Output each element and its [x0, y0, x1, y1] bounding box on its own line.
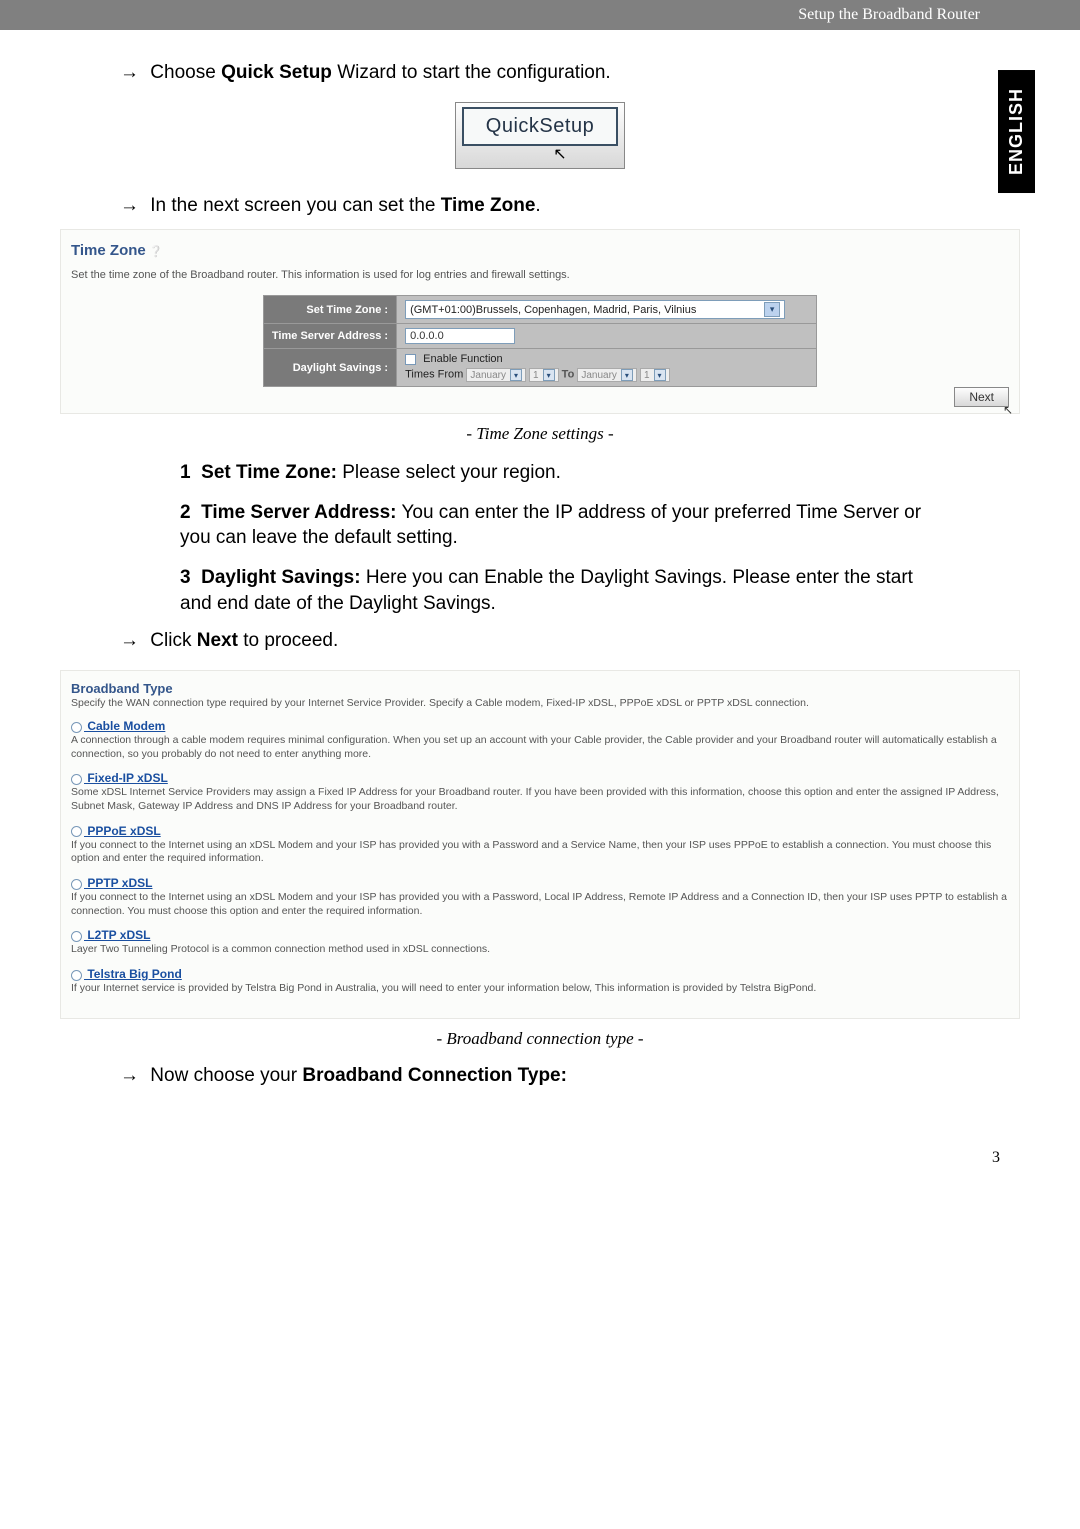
broadband-option-desc: If you connect to the Internet using an …	[71, 839, 1009, 866]
list-item: 2 Time Server Address: You can enter the…	[180, 500, 930, 551]
radio-icon[interactable]	[71, 774, 82, 785]
broadband-type-subtitle: Specify the WAN connection type required…	[71, 697, 1009, 709]
instruction-click-next: → Click Next to proceed.	[120, 630, 1020, 652]
page-number: 3	[0, 1129, 1080, 1187]
list-item: 3 Daylight Savings: Here you can Enable …	[180, 565, 930, 616]
time-zone-description: Set the time zone of the Broadband route…	[71, 269, 1009, 281]
broadband-option-desc: A connection through a cable modem requi…	[71, 734, 1009, 761]
broadband-option-link[interactable]: PPTP xDSL	[84, 876, 152, 890]
time-zone-table: Set Time Zone : (GMT+01:00)Brussels, Cop…	[263, 295, 817, 387]
from-day-select[interactable]: 1▾	[529, 368, 559, 382]
set-time-zone-select[interactable]: (GMT+01:00)Brussels, Copenhagen, Madrid,…	[405, 300, 785, 319]
broadband-option: Telstra Big PondIf your Internet service…	[71, 967, 1009, 996]
enable-function-label: Enable Function	[423, 353, 503, 365]
radio-icon[interactable]	[71, 722, 82, 733]
header-bar: Setup the Broadband Router	[0, 0, 1080, 30]
radio-icon[interactable]	[71, 826, 82, 837]
time-zone-caption: - Time Zone settings -	[60, 424, 1020, 444]
arrow-icon: →	[120, 1065, 139, 1086]
broadband-option: L2TP xDSLLayer Two Tunneling Protocol is…	[71, 928, 1009, 957]
chevron-down-icon: ▾	[510, 369, 522, 381]
page-content: → Choose Quick Setup Wizard to start the…	[0, 30, 1080, 1129]
enable-function-checkbox[interactable]	[405, 354, 416, 365]
broadband-option-desc: If your Internet service is provided by …	[71, 982, 1009, 996]
time-server-address-label: Time Server Address :	[263, 324, 396, 349]
chevron-down-icon: ▾	[621, 369, 633, 381]
cursor-icon: ↖	[553, 144, 566, 164]
broadband-option-desc: Layer Two Tunneling Protocol is a common…	[71, 943, 1009, 957]
to-label: To	[562, 369, 575, 381]
radio-icon[interactable]	[71, 879, 82, 890]
broadband-option-desc: If you connect to the Internet using an …	[71, 891, 1009, 918]
arrow-icon: →	[120, 630, 139, 651]
broadband-option: Cable ModemA connection through a cable …	[71, 719, 1009, 761]
chevron-down-icon: ▾	[543, 369, 555, 381]
radio-icon[interactable]	[71, 931, 82, 942]
broadband-option: PPPoE xDSLIf you connect to the Internet…	[71, 824, 1009, 866]
chevron-down-icon: ▾	[654, 369, 666, 381]
breadcrumb: Setup the Broadband Router	[798, 6, 980, 24]
daylight-savings-label: Daylight Savings :	[263, 349, 396, 387]
cursor-icon: ↖	[1003, 403, 1013, 417]
next-button[interactable]: Next	[954, 387, 1009, 407]
times-from-label: Times From	[405, 369, 463, 381]
from-month-select[interactable]: January▾	[466, 368, 526, 382]
time-zone-panel: Time Zone ❔ Set the time zone of the Bro…	[60, 229, 1020, 414]
broadband-type-panel: Broadband Type Specify the WAN connectio…	[60, 670, 1020, 1018]
broadband-option-link[interactable]: Fixed-IP xDSL	[84, 771, 168, 785]
numbered-instructions: 1 Set Time Zone: Please select your regi…	[60, 460, 1020, 616]
instruction-choose-quick-setup: → Choose Quick Setup Wizard to start the…	[120, 62, 1020, 84]
help-icon[interactable]: ❔	[149, 246, 163, 258]
instruction-set-time-zone: → In the next screen you can set the Tim…	[120, 195, 1020, 217]
time-server-address-input[interactable]: 0.0.0.0	[405, 328, 515, 344]
broadband-option: PPTP xDSLIf you connect to the Internet …	[71, 876, 1009, 918]
broadband-option-link[interactable]: Telstra Big Pond	[84, 967, 182, 981]
broadband-option-link[interactable]: Cable Modem	[84, 719, 165, 733]
quicksetup-button-frame: QuickSetup ↖	[455, 102, 625, 169]
broadband-type-title: Broadband Type	[71, 681, 1009, 696]
arrow-icon: →	[120, 62, 139, 83]
list-item: 1 Set Time Zone: Please select your regi…	[180, 460, 930, 486]
instruction-choose-broadband: → Now choose your Broadband Connection T…	[120, 1065, 1020, 1087]
quicksetup-button[interactable]: QuickSetup	[462, 107, 618, 146]
to-day-select[interactable]: 1▾	[640, 368, 670, 382]
set-time-zone-label: Set Time Zone :	[263, 296, 396, 324]
broadband-option-link[interactable]: PPPoE xDSL	[84, 824, 161, 838]
broadband-option: Fixed-IP xDSLSome xDSL Internet Service …	[71, 771, 1009, 813]
time-zone-title: Time Zone	[71, 242, 146, 259]
arrow-icon: →	[120, 195, 139, 216]
radio-icon[interactable]	[71, 970, 82, 981]
broadband-option-link[interactable]: L2TP xDSL	[84, 928, 150, 942]
broadband-option-desc: Some xDSL Internet Service Providers may…	[71, 786, 1009, 813]
broadband-type-caption: - Broadband connection type -	[60, 1029, 1020, 1049]
chevron-down-icon[interactable]: ▾	[764, 302, 780, 317]
to-month-select[interactable]: January▾	[577, 368, 637, 382]
